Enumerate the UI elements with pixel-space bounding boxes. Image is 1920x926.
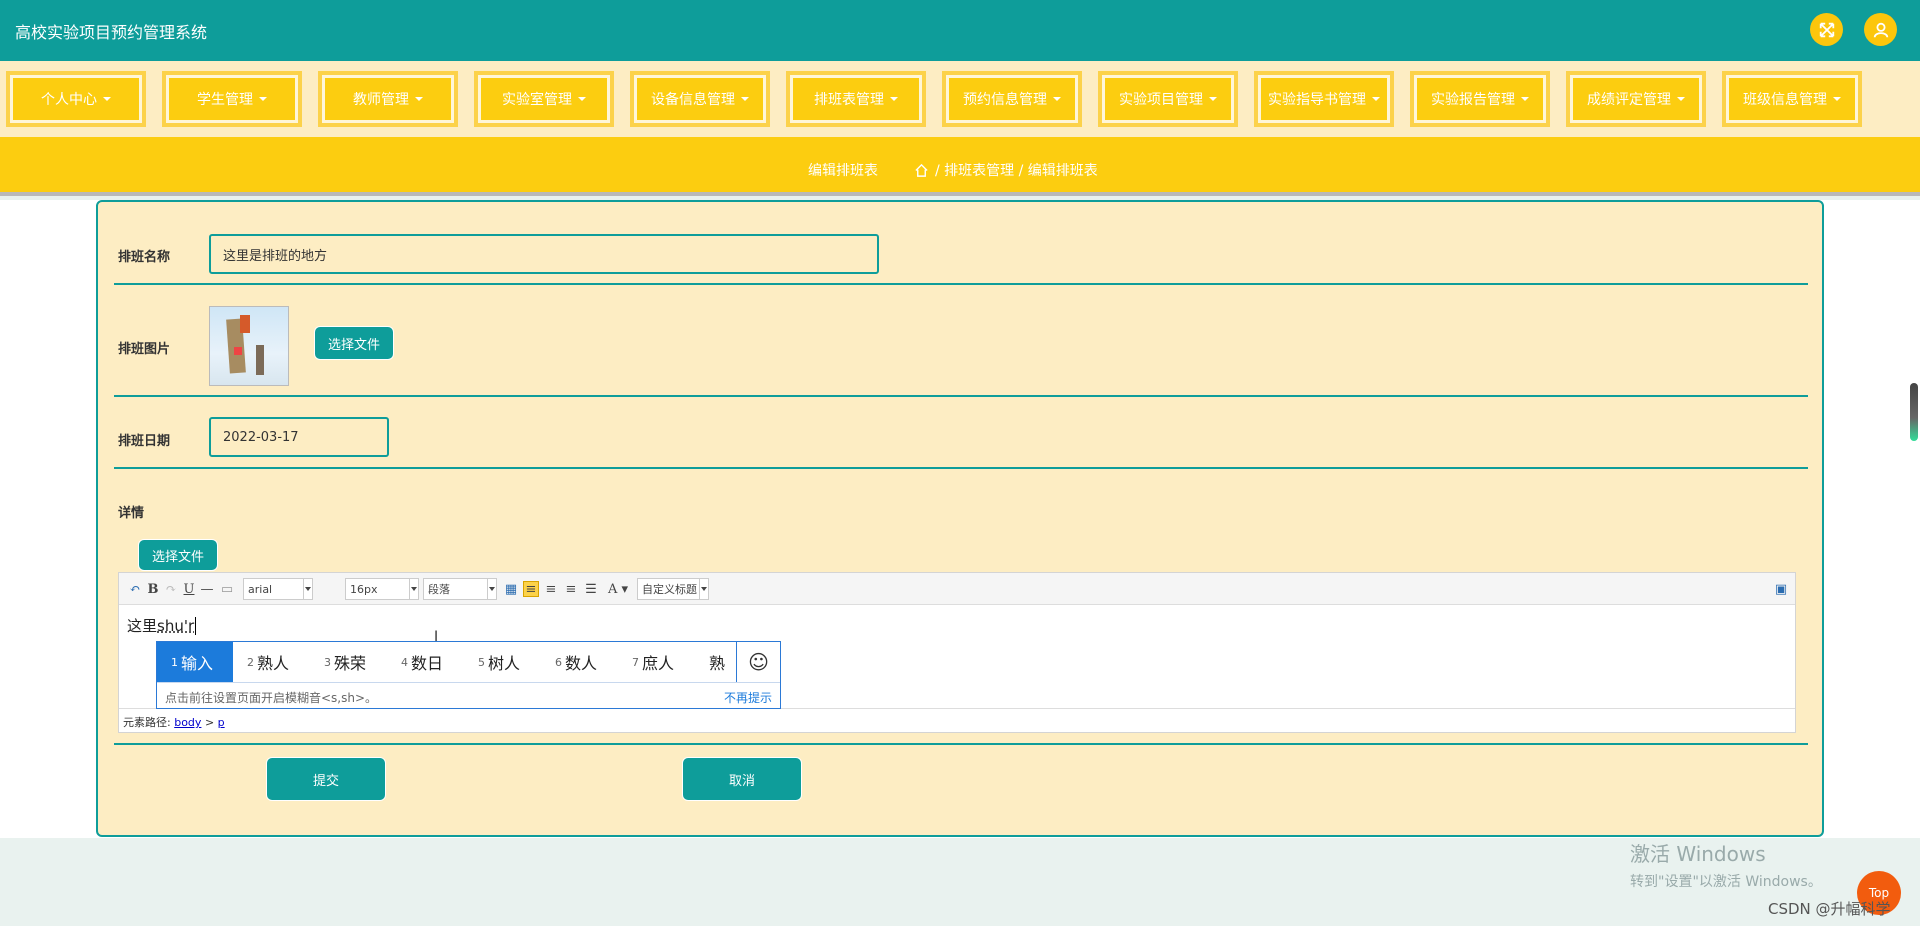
ime-candidate[interactable]: 3 殊荣 xyxy=(310,642,387,682)
editor-content[interactable]: 这里shu'r xyxy=(127,615,197,636)
breadcrumb-band: 编辑排班表 / 排班表管理 / 编辑排班表 xyxy=(0,137,1920,196)
top-header: 高校实验项目预约管理系统 xyxy=(0,0,1920,61)
caret-down-icon xyxy=(1521,97,1529,101)
divider xyxy=(114,283,1808,285)
divider xyxy=(114,467,1808,469)
ime-candidate[interactable]: 熟 xyxy=(695,642,737,682)
ime-candidate-popup: 1 输入 2 熟人 3 殊荣 4 数日 5 树人 6 数人 7 庶人 熟 ☺ 点击前往设置页面… xyxy=(156,641,781,709)
element-path-bar: 元素路径: body > p xyxy=(119,708,1795,732)
align-justify-icon[interactable]: ☰ xyxy=(583,581,599,597)
horizontal-rule-icon[interactable]: — xyxy=(199,581,215,597)
detail-choose-file-button[interactable]: 选择文件 xyxy=(138,539,218,571)
user-button[interactable] xyxy=(1864,13,1897,46)
breadcrumb: / 排班表管理 / 编辑排班表 xyxy=(914,160,1098,180)
nav-item-teachers[interactable]: 教师管理 xyxy=(318,71,458,127)
nav-item-personal-center[interactable]: 个人中心 xyxy=(6,71,146,127)
nav-item-reservations[interactable]: 预约信息管理 xyxy=(942,71,1082,127)
user-icon xyxy=(1873,22,1888,37)
caret-down-icon xyxy=(103,97,111,101)
choose-image-button[interactable]: 选择文件 xyxy=(314,326,394,360)
csdn-watermark: CSDN @升幅科学 xyxy=(1768,900,1891,918)
nav-item-equipment[interactable]: 设备信息管理 xyxy=(630,71,770,127)
caret-down-icon xyxy=(1677,97,1685,101)
caret-down-icon xyxy=(1053,97,1061,101)
fullscreen-button[interactable] xyxy=(1810,13,1843,46)
main-nav: 个人中心 学生管理 教师管理 实验室管理 设备信息管理 排班表管理 预约信息管理… xyxy=(0,61,1920,137)
ime-candidate[interactable]: 1 输入 xyxy=(157,642,233,682)
paste-icon[interactable]: ▭ xyxy=(219,581,235,597)
fullscreen-icon xyxy=(1819,22,1834,37)
align-center-icon[interactable]: ≡ xyxy=(563,581,579,597)
bold-icon[interactable]: B xyxy=(145,581,161,597)
font-size-select[interactable]: 16px xyxy=(345,578,419,600)
paragraph-select[interactable]: 段落 xyxy=(423,578,497,600)
image-label: 排班图片 xyxy=(118,342,171,357)
nav-item-reports[interactable]: 实验报告管理 xyxy=(1410,71,1550,127)
ime-candidate[interactable]: 5 树人 xyxy=(464,642,541,682)
caret-down-icon xyxy=(741,97,749,101)
ime-candidate[interactable]: 2 熟人 xyxy=(233,642,310,682)
align-left-icon[interactable]: ≡ xyxy=(523,581,539,597)
editor-toolbar: ↶ B ↷ U — ▭ arial 16px 段落 ▦ ≡ ≡ ≡ ☰ A ▾ … xyxy=(119,573,1795,605)
caret-down-icon xyxy=(1372,97,1380,101)
schedule-date-input[interactable]: 2022-03-17 xyxy=(209,417,389,457)
undo-icon[interactable]: ↶ xyxy=(127,581,143,597)
ime-candidate[interactable]: 7 庶人 xyxy=(618,642,695,682)
nav-item-projects[interactable]: 实验项目管理 xyxy=(1098,71,1238,127)
ime-candidate[interactable]: 6 数人 xyxy=(541,642,618,682)
ime-candidate[interactable]: 4 数日 xyxy=(387,642,464,682)
emoji-icon[interactable]: ☺ xyxy=(736,642,780,682)
caret-down-icon xyxy=(415,97,423,101)
fullscreen-editor-icon[interactable]: ▣ xyxy=(1773,581,1789,597)
align-right-icon[interactable]: ≡ xyxy=(543,581,559,597)
path-p-link[interactable]: p xyxy=(218,716,225,729)
path-body-link[interactable]: body xyxy=(174,716,201,729)
caret-down-icon xyxy=(1209,97,1217,101)
breadcrumb-path[interactable]: / 排班表管理 / 编辑排班表 xyxy=(935,160,1098,180)
font-family-select[interactable]: arial xyxy=(243,578,313,600)
ime-hint: 点击前往设置页面开启模糊音<s,sh>。 不再提示 xyxy=(157,682,780,709)
app-title: 高校实验项目预约管理系统 xyxy=(15,23,208,42)
date-label: 排班日期 xyxy=(118,434,171,449)
font-color-icon[interactable]: A ▾ xyxy=(605,581,631,597)
nav-item-schedule[interactable]: 排班表管理 xyxy=(786,71,926,127)
underline-icon[interactable]: U xyxy=(181,581,197,597)
nav-item-guides[interactable]: 实验指导书管理 xyxy=(1254,71,1394,127)
caret-down-icon xyxy=(1833,97,1841,101)
nav-item-labs[interactable]: 实验室管理 xyxy=(474,71,614,127)
caret-down-icon xyxy=(890,97,898,101)
schedule-image-thumbnail xyxy=(209,306,289,386)
nav-item-classes[interactable]: 班级信息管理 xyxy=(1722,71,1862,127)
ime-candidates: 1 输入 2 熟人 3 殊荣 4 数日 5 树人 6 数人 7 庶人 熟 xyxy=(157,642,737,682)
detail-label: 详情 xyxy=(118,506,145,521)
cancel-button[interactable]: 取消 xyxy=(682,757,802,801)
nav-item-students[interactable]: 学生管理 xyxy=(162,71,302,127)
text-cursor-icon: I xyxy=(434,629,439,645)
caret-down-icon xyxy=(578,97,586,101)
submit-button[interactable]: 提交 xyxy=(266,757,386,801)
windows-activation-watermark: 激活 Windows 转到"设置"以激活 Windows。 xyxy=(1630,842,1822,890)
caret-down-icon xyxy=(259,97,267,101)
page-title: 编辑排班表 xyxy=(808,163,878,179)
ime-dismiss-link[interactable]: 不再提示 xyxy=(724,689,772,706)
redo-icon[interactable]: ↷ xyxy=(163,581,179,597)
home-icon[interactable] xyxy=(914,163,929,178)
divider xyxy=(114,395,1808,397)
custom-title-select[interactable]: 自定义标题 xyxy=(637,578,709,600)
edit-form: 排班名称 这里是排班的地方 排班图片 选择文件 排班日期 2022-03-17 … xyxy=(96,200,1824,837)
page-scrollbar[interactable] xyxy=(1910,383,1918,441)
schedule-name-input[interactable]: 这里是排班的地方 xyxy=(209,234,879,274)
name-label: 排班名称 xyxy=(118,250,171,265)
nav-item-grades[interactable]: 成绩评定管理 xyxy=(1566,71,1706,127)
table-icon[interactable]: ▦ xyxy=(503,581,519,597)
divider xyxy=(114,743,1808,745)
